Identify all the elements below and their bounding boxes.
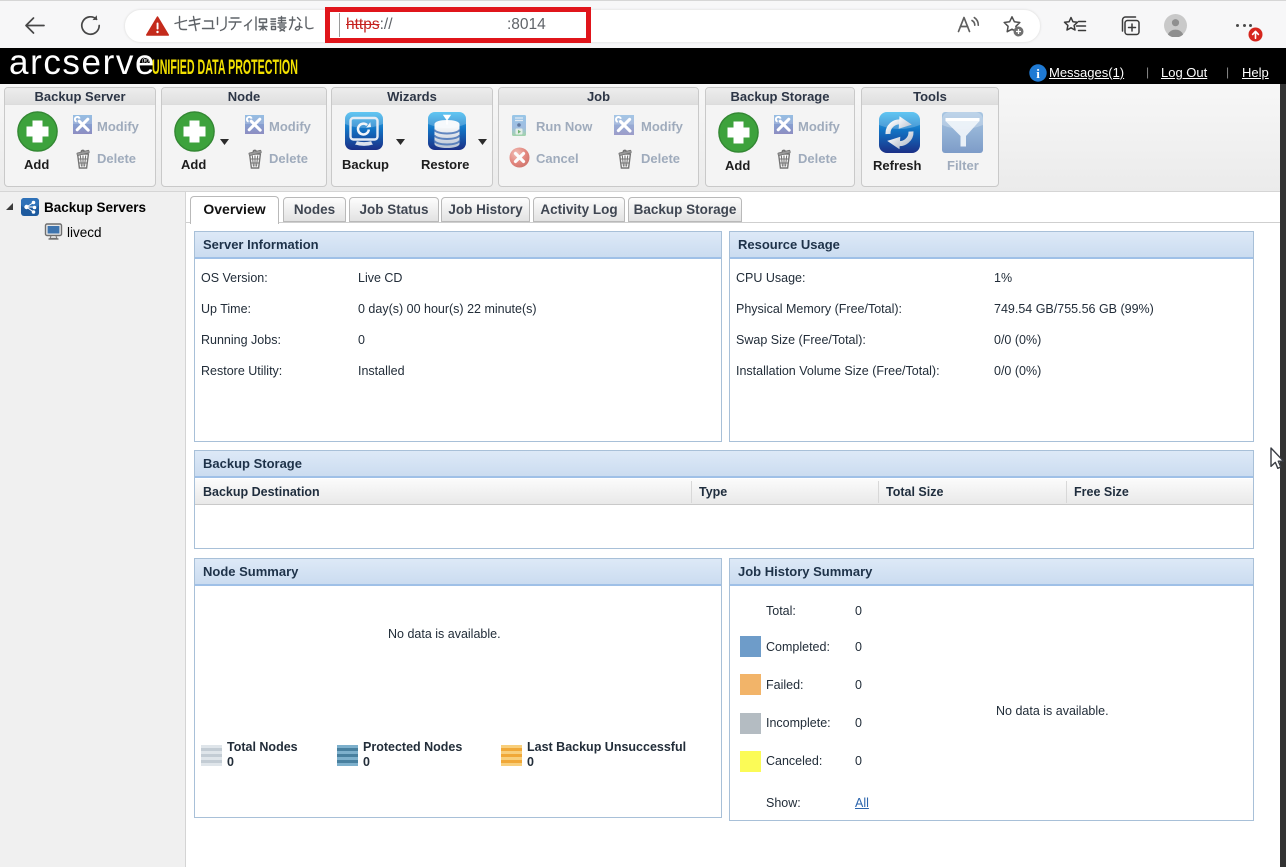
svg-text:i: i xyxy=(1036,66,1040,81)
